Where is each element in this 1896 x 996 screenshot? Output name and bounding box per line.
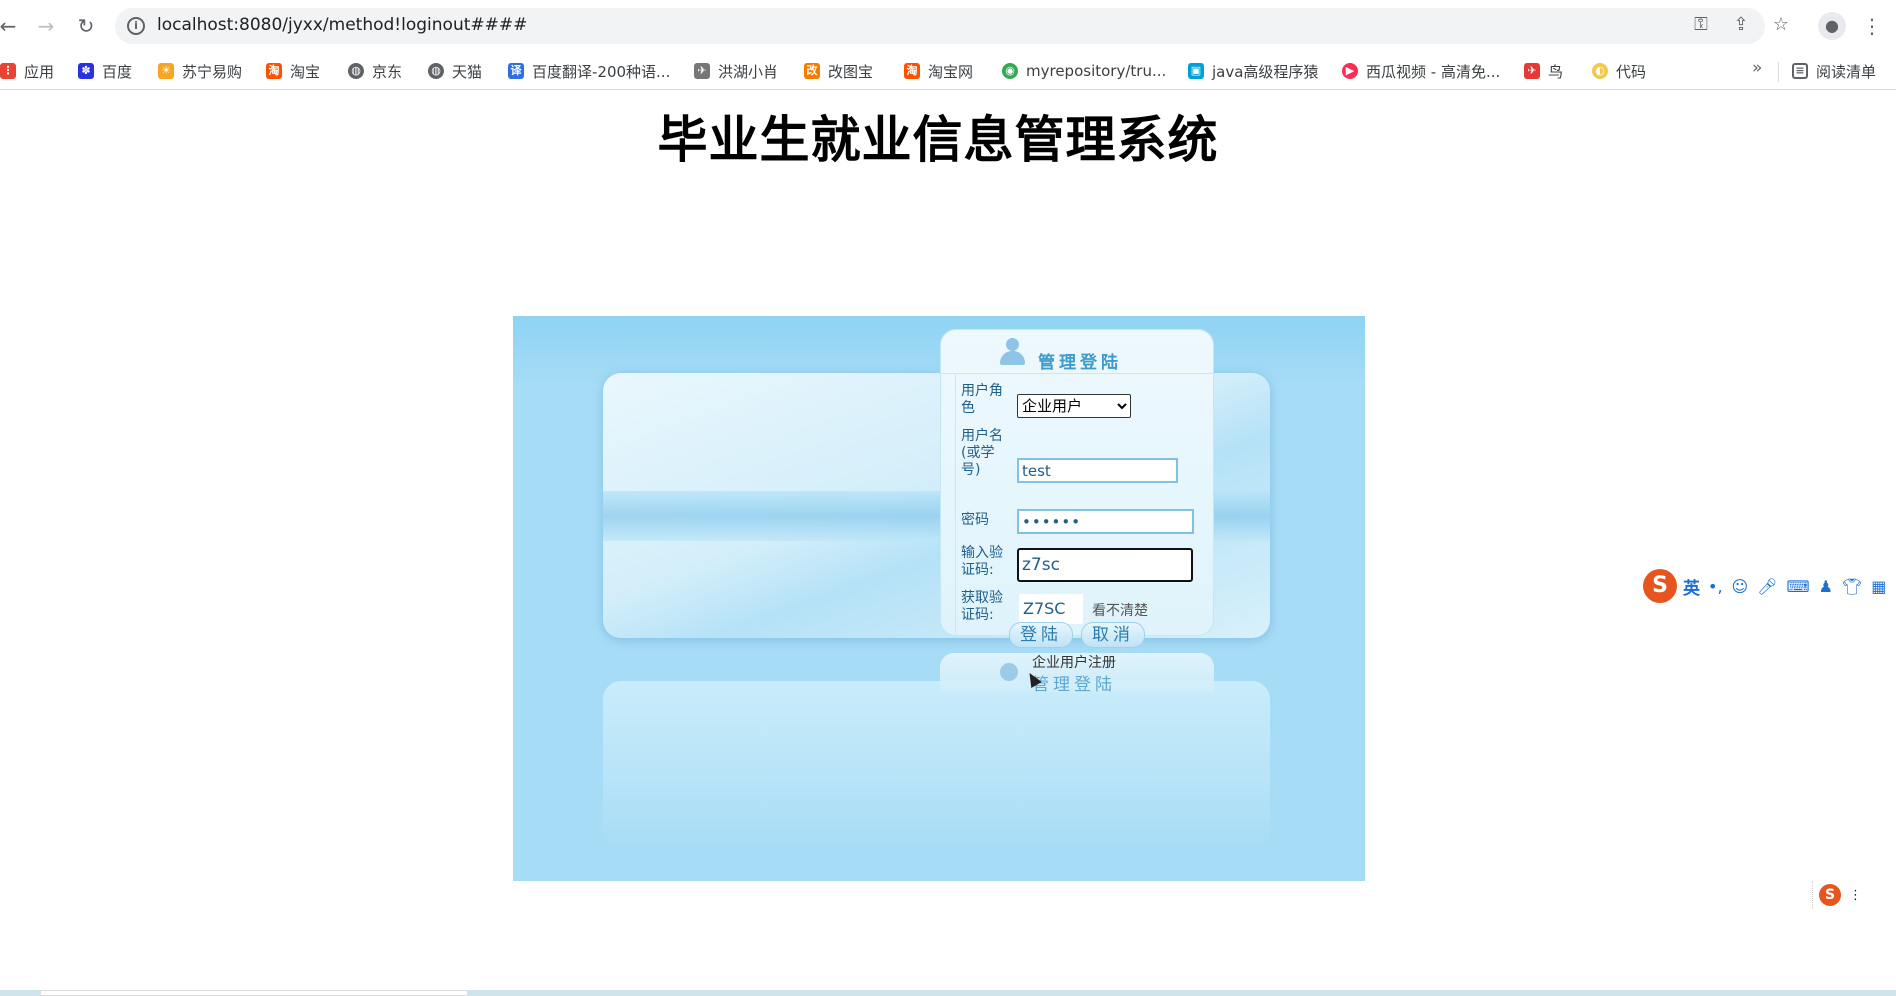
role-label: 用户角色 — [961, 383, 1003, 416]
baidu-paw-icon: ✽ — [78, 63, 94, 79]
share-icon[interactable]: ⇪ — [1728, 12, 1754, 38]
captcha-input-label: 输入验证码: — [961, 545, 1003, 578]
reading-list-icon: ≡ — [1792, 63, 1808, 79]
toolbox-icon[interactable]: ▦ — [1871, 577, 1886, 596]
emoji-icon[interactable]: ☺ — [1732, 577, 1749, 596]
bookmark-myrepository[interactable]: ◉ myrepository/tru... — [1002, 60, 1166, 82]
back-icon[interactable]: ← — [0, 12, 22, 40]
reflection-user-icon — [1000, 663, 1018, 681]
role-select[interactable]: 企业用户 — [1017, 394, 1131, 418]
keyboard-icon[interactable]: ⌨ — [1787, 577, 1810, 596]
menu-icon[interactable]: ⋮ — [1862, 12, 1882, 40]
profile-avatar-icon[interactable]: ● — [1818, 12, 1846, 40]
apps-grid-icon: ⋮ — [0, 63, 16, 79]
bookmark-bird[interactable]: ✈ 鸟 — [1524, 60, 1563, 82]
gaitubao-icon: 改 — [804, 63, 820, 79]
bookmark-jd[interactable]: ◍ 京东 — [348, 60, 402, 82]
bookmark-apps[interactable]: ⋮ 应用 — [0, 60, 54, 82]
reading-list-button[interactable]: ≡ 阅读清单 — [1792, 60, 1876, 82]
translate-icon: 译 — [508, 63, 524, 79]
bookmark-taobao[interactable]: 淘淘宝 — [266, 60, 320, 82]
browser-toolbar: ← → ↻ i localhost:8080/jyxx/method!login… — [0, 0, 1896, 52]
site-info-icon[interactable]: i — [127, 17, 145, 35]
ime-mini-bar[interactable]: S ⋮ — [1812, 881, 1872, 909]
bookmarks-divider — [1778, 62, 1779, 82]
bookmark-xigua[interactable]: ▶ 西瓜视频 - 高清免... — [1342, 60, 1500, 82]
bookmark-gaitubao[interactable]: 改改图宝 — [804, 60, 873, 82]
bird-icon: ✈ — [1524, 63, 1540, 79]
bookmark-tmall[interactable]: ◍ 天猫 — [428, 60, 482, 82]
user-settings-icon[interactable]: ♟ — [1819, 577, 1833, 596]
bookmark-taobao-net[interactable]: 淘淘宝网 — [904, 60, 973, 82]
password-input[interactable] — [1017, 509, 1194, 534]
refresh-captcha-link[interactable]: 看不清楚 — [1092, 600, 1148, 620]
bookmark-java[interactable]: ▣ java高级程序猿 — [1188, 60, 1318, 82]
sogou-mini-logo-icon[interactable]: S — [1819, 884, 1841, 906]
ime-mode-toggle[interactable]: 英 — [1683, 574, 1700, 599]
bookmark-baidu[interactable]: ✽ 百度 — [78, 60, 132, 82]
login-panel-header: 管理登陆 — [941, 330, 1215, 374]
password-label: 密码 — [961, 512, 989, 528]
login-panel: 管理登陆 用户角色 企业用户 用户名(或学号) 密码 输入验证码: 获取验证码:… — [940, 329, 1215, 637]
globe-icon: ◍ — [428, 63, 444, 79]
punctuation-icon[interactable]: •, — [1708, 577, 1723, 596]
cancel-button[interactable]: 取消 — [1081, 622, 1145, 648]
forward-icon[interactable]: → — [32, 12, 60, 40]
reload-icon[interactable]: ↻ — [72, 12, 100, 40]
bookmark-suning[interactable]: ☀ 苏宁易购 — [158, 60, 242, 82]
card-reflection — [603, 681, 1270, 851]
panel-divider — [955, 374, 956, 637]
microphone-icon[interactable]: 🎤︎ — [1757, 577, 1777, 596]
skin-icon[interactable]: 👕︎ — [1842, 577, 1862, 596]
bookmark-honghu[interactable]: ✈ 洪湖小肖 — [694, 60, 778, 82]
tv-icon: ▣ — [1188, 63, 1204, 79]
bookmark-code[interactable]: ◐ 代码 — [1592, 60, 1646, 82]
url-text[interactable]: localhost:8080/jyxx/method!loginout#### — [157, 15, 527, 35]
ime-expand-icon[interactable]: ⋮ — [1849, 888, 1862, 903]
taobao-icon: 淘 — [266, 63, 282, 79]
login-button[interactable]: 登陆 — [1009, 622, 1073, 648]
login-background: 管理登陆 管理登陆 用户角色 企业用户 用户名(或学号) 密码 输入验证码: 获… — [513, 316, 1365, 881]
chrome-icon: ◉ — [1002, 63, 1018, 79]
globe-icon: ◍ — [348, 63, 364, 79]
taobao-icon: 淘 — [904, 63, 920, 79]
bird-icon: ✈ — [694, 63, 710, 79]
register-link[interactable]: 企业用户注册 — [1032, 652, 1116, 672]
bookmark-baidu-translate[interactable]: 译百度翻译-200种语... — [508, 60, 670, 82]
captcha-input[interactable] — [1017, 548, 1193, 582]
bookmarks-bar: ⋮ 应用 ✽ 百度 ☀ 苏宁易购 淘淘宝 ◍ 京东 ◍ 天猫 译百度翻译-200种语...… — [0, 52, 1896, 90]
user-icon — [998, 338, 1026, 368]
sogou-logo-icon[interactable]: S — [1643, 569, 1677, 603]
password-key-icon[interactable]: ⚿ — [1688, 12, 1714, 38]
code-icon: ◐ — [1592, 63, 1608, 79]
suning-icon: ☀ — [158, 63, 174, 79]
star-icon[interactable]: ☆ — [1768, 12, 1794, 38]
captcha-fetch-label: 获取验证码: — [961, 590, 1003, 623]
username-input[interactable] — [1017, 458, 1178, 483]
address-bar[interactable]: i localhost:8080/jyxx/method!loginout###… — [115, 8, 1765, 44]
login-panel-title: 管理登陆 — [1038, 353, 1122, 373]
play-icon: ▶ — [1342, 63, 1358, 79]
bookmarks-more-icon[interactable]: » — [1752, 58, 1762, 78]
bottom-scroll-thumb[interactable] — [40, 990, 468, 996]
captcha-image[interactable]: Z7SC — [1019, 594, 1083, 624]
reflection-title: 管理登陆 — [1032, 675, 1116, 695]
username-label: 用户名(或学号) — [961, 428, 1003, 478]
page-title: 毕业生就业信息管理系统 — [657, 111, 1219, 169]
ime-toolbar[interactable]: S 英 •, ☺ 🎤︎ ⌨ ♟ 👕︎ ▦ — [1643, 568, 1896, 604]
